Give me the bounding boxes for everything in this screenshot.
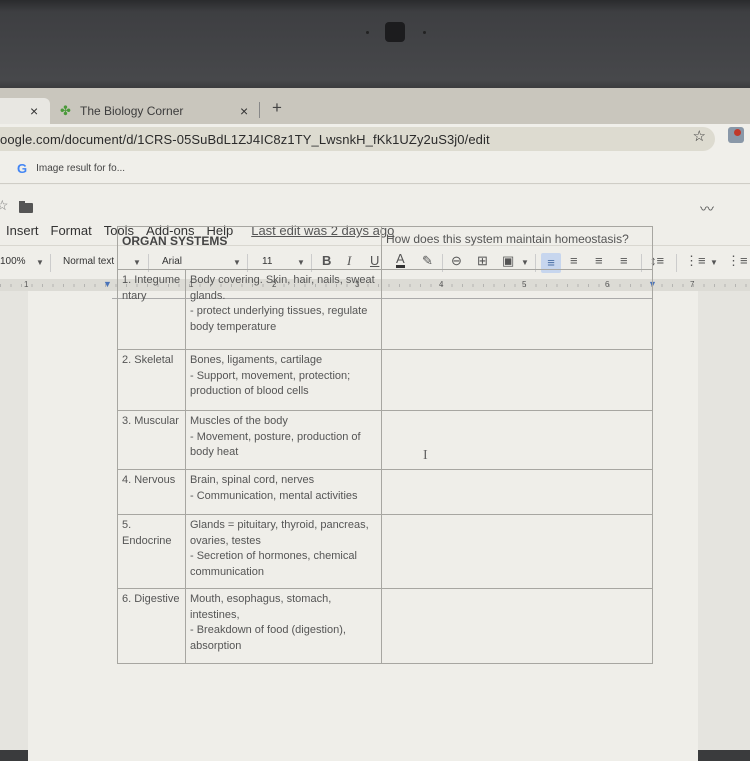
organ-description-cell[interactable]: Body covering. Skin, hair, nails, sweat … <box>185 269 382 350</box>
address-bar[interactable]: oogle.com/document/d/1CRS-05SuBdL1ZJ4IC8… <box>0 127 715 151</box>
organ-name-cell[interactable]: 3. Muscular <box>117 410 186 470</box>
zoom-select[interactable]: 100% <box>0 256 26 267</box>
sensor-dot <box>366 31 369 34</box>
table-row: 1. Integume ntary Body covering. Skin, h… <box>117 269 653 350</box>
organ-description-cell[interactable]: Bones, ligaments, cartilage - Support, m… <box>185 349 382 411</box>
table-row: 5. Endocrine Glands = pituitary, thyroid… <box>117 514 653 589</box>
divider <box>676 254 677 272</box>
close-icon[interactable]: × <box>30 103 38 119</box>
table-row: 2. Skeletal Bones, ligaments, cartilage … <box>117 349 653 411</box>
organ-name-cell[interactable]: 2. Skeletal <box>117 349 186 411</box>
tab-close[interactable]: × <box>240 98 248 124</box>
numbered-list-button[interactable]: ⋮≡ <box>685 253 706 269</box>
answer-cell[interactable] <box>381 514 653 589</box>
folder-icon[interactable] <box>19 201 33 213</box>
menu-insert[interactable]: Insert <box>6 223 39 238</box>
tab-separator <box>259 102 260 118</box>
organ-description-cell[interactable]: Mouth, esophagus, stomach, intestines, -… <box>185 588 382 664</box>
organ-name-cell[interactable]: 4. Nervous <box>117 469 186 515</box>
organ-name-cell[interactable]: 5. Endocrine <box>117 514 186 589</box>
google-icon: G <box>17 161 28 176</box>
ruler-label: 1 <box>24 280 29 289</box>
organ-name-cell[interactable]: 6. Digestive <box>117 588 186 664</box>
extension-icon[interactable] <box>728 127 744 143</box>
menu-format[interactable]: Format <box>51 223 92 238</box>
laptop-bezel <box>0 0 750 88</box>
bookmarks-bar: G Image result for fo... <box>0 154 750 184</box>
answer-cell[interactable] <box>381 269 653 350</box>
organ-description-cell[interactable]: Brain, spinal cord, nerves - Communicati… <box>185 469 382 515</box>
header-organ-systems[interactable]: ORGAN SYSTEMS <box>117 226 382 270</box>
answer-cell[interactable] <box>381 588 653 664</box>
table-row: 3. Muscular Muscles of the body - Moveme… <box>117 410 653 470</box>
url-text[interactable]: oogle.com/document/d/1CRS-05SuBdL1ZJ4IC8… <box>0 132 490 147</box>
tab-strip: × ✤ The Biology Corner × + <box>0 88 750 124</box>
sensor-dot <box>423 31 426 34</box>
chevron-down-icon[interactable]: ▼ <box>36 258 44 267</box>
divider <box>50 254 51 272</box>
style-select[interactable]: Normal text <box>63 256 114 267</box>
left-indent-marker-icon[interactable]: ▼ <box>103 279 112 289</box>
table-header-row: ORGAN SYSTEMS How does this system maint… <box>117 226 653 270</box>
answer-cell[interactable] <box>381 349 653 411</box>
star-icon[interactable]: ☆ <box>0 197 9 214</box>
organ-description-cell[interactable]: Glands = pituitary, thyroid, pancreas, o… <box>185 514 382 589</box>
close-icon[interactable]: × <box>240 103 248 119</box>
tab-label: The Biology Corner <box>80 104 184 118</box>
header-homeostasis-question[interactable]: How does this system maintain homeostasi… <box>381 226 653 270</box>
bulleted-list-button[interactable]: ⋮≡ <box>727 253 748 269</box>
text-cursor-icon: I <box>423 448 428 463</box>
bookmark-star-icon[interactable]: ☆ <box>693 127 706 145</box>
webcam <box>385 22 405 42</box>
biology-corner-favicon-icon: ✤ <box>60 103 71 118</box>
organ-name-cell[interactable]: 1. Integume ntary <box>117 269 186 350</box>
new-tab-button[interactable]: + <box>272 98 282 118</box>
chevron-down-icon[interactable]: ▼ <box>710 258 718 267</box>
activity-trend-icon[interactable]: 〰 <box>700 199 714 219</box>
ruler-label: 7 <box>690 280 695 289</box>
organ-systems-table: ORGAN SYSTEMS How does this system maint… <box>117 226 653 664</box>
answer-cell[interactable] <box>381 469 653 515</box>
tab-active-close[interactable]: × <box>30 98 38 124</box>
address-toolbar: oogle.com/document/d/1CRS-05SuBdL1ZJ4IC8… <box>0 124 750 154</box>
table-row: 4. Nervous Brain, spinal cord, nerves - … <box>117 469 653 515</box>
organ-description-cell[interactable]: Muscles of the body - Movement, posture,… <box>185 410 382 470</box>
table-row: 6. Digestive Mouth, esophagus, stomach, … <box>117 588 653 664</box>
tab-active[interactable] <box>0 98 50 124</box>
bookmark-image-result[interactable]: Image result for fo... <box>36 163 125 174</box>
tab-biology-corner[interactable]: ✤ The Biology Corner <box>60 98 183 124</box>
